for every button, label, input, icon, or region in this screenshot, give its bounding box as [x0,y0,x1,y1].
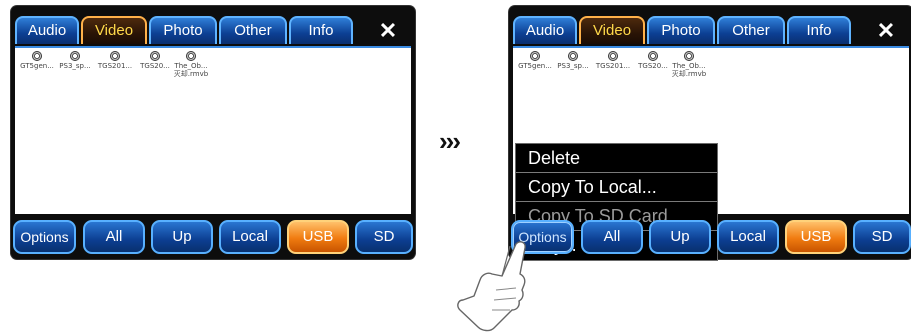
up-button[interactable]: Up [151,220,213,254]
file-item[interactable]: PS3_sp... [55,51,95,70]
file-name: PS3_sp... [59,62,91,70]
local-button[interactable]: Local [219,220,281,254]
video-file-icon [648,51,658,61]
video-file-icon [110,51,120,61]
sd-button[interactable]: SD [853,220,911,254]
file-item[interactable]: TGS201... [95,51,135,70]
tab-info[interactable]: Info [787,16,851,44]
file-name: TGS20... [638,62,668,70]
usb-button[interactable]: USB [785,220,847,254]
transition-arrows: ››› [439,126,461,156]
video-file-icon [530,51,540,61]
tab-info[interactable]: Info [289,16,353,44]
file-item[interactable]: TGS201... [593,51,633,70]
video-file-icon [186,51,196,61]
file-name: GT5gen... [518,62,552,70]
file-list-area: GT5gen... PS3_sp... TGS201... TGS20... T… [513,46,909,261]
file-name: GT5gen... [20,62,54,70]
file-item[interactable]: TGS20... [135,51,175,70]
video-file-icon [684,51,694,61]
file-name: PS3_sp... [557,62,589,70]
options-button[interactable]: Options [13,220,76,254]
up-button[interactable]: Up [649,220,711,254]
menu-item-delete[interactable]: Delete [516,144,717,173]
file-name: The_Ob... 灭却.rmvb [671,62,707,78]
file-item[interactable]: GT5gen... [17,51,57,70]
media-browser-screen-before: Audio Video Photo Other Info ✕ GT5gen...… [11,6,415,259]
video-file-icon [70,51,80,61]
file-name: TGS20... [140,62,170,70]
tab-video[interactable]: Video [81,16,147,44]
file-item[interactable]: TGS20... [633,51,673,70]
video-file-icon [568,51,578,61]
tab-other[interactable]: Other [717,16,785,44]
tab-photo[interactable]: Photo [647,16,715,44]
source-button-bar: Options All Up Local USB SD [13,220,413,254]
file-item[interactable]: The_Ob... 灭却.rmvb [171,51,211,78]
tab-photo[interactable]: Photo [149,16,217,44]
file-name: TGS201... [97,62,133,70]
media-browser-screen-after: Audio Video Photo Other Info ✕ GT5gen...… [509,6,911,261]
category-tabbar: Audio Video Photo Other Info ✕ [513,16,909,46]
video-file-icon [150,51,160,61]
close-icon[interactable]: ✕ [869,18,903,44]
all-button[interactable]: All [581,220,643,254]
menu-item-copy-to-local[interactable]: Copy To Local... [516,173,717,202]
tab-audio[interactable]: Audio [513,16,577,44]
file-name: The_Ob... 灭却.rmvb [173,62,209,78]
file-list-area: GT5gen... PS3_sp... TGS201... TGS20... T… [15,46,411,214]
tab-audio[interactable]: Audio [15,16,79,44]
source-button-bar: Options All Up Local USB SD [511,220,911,254]
file-item[interactable]: GT5gen... [515,51,555,70]
sd-button[interactable]: SD [355,220,413,254]
file-name: TGS201... [595,62,631,70]
video-file-icon [32,51,42,61]
file-item[interactable]: The_Ob... 灭却.rmvb [669,51,709,78]
tab-video[interactable]: Video [579,16,645,44]
pointing-hand-icon [457,241,526,332]
close-icon[interactable]: ✕ [371,18,405,44]
all-button[interactable]: All [83,220,145,254]
file-item[interactable]: PS3_sp... [553,51,593,70]
category-tabbar: Audio Video Photo Other Info ✕ [15,16,411,46]
tab-other[interactable]: Other [219,16,287,44]
usb-button[interactable]: USB [287,220,349,254]
video-file-icon [608,51,618,61]
local-button[interactable]: Local [717,220,779,254]
